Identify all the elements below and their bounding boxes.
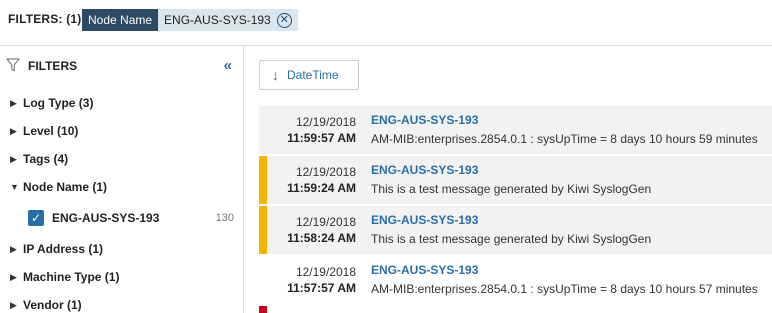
severity-bar (259, 256, 267, 304)
log-date: 12/19/2018 (295, 165, 356, 179)
filters-sidebar: FILTERS « ▶ Log Type (3) ▶ Level (10) ▶ … (0, 46, 244, 313)
filter-group-machine-type[interactable]: ▶ Machine Type (1) (10, 269, 119, 285)
filter-option-label: ENG-AUS-SYS-193 (52, 211, 160, 225)
log-date: 12/19/2018 (295, 115, 356, 129)
log-message: This is a test message generated by Kiwi… (371, 182, 652, 196)
log-row[interactable]: 12/19/2018 11:58:24 AM ENG-AUS-SYS-193 T… (259, 206, 772, 254)
active-filters-bar: FILTERS: (1) Node Name ENG-AUS-SYS-193 ✕ (0, 0, 772, 46)
log-time: 11:57:57 AM (287, 281, 356, 295)
filter-group-label: Machine Type (1) (23, 270, 120, 284)
log-row[interactable]: 12/19/2018 11:57:57 AM ENG-AUS-SYS-193 A… (259, 256, 772, 304)
filter-group-label: IP Address (1) (23, 242, 104, 256)
sidebar-title: FILTERS (28, 59, 78, 73)
checkbox-checked[interactable]: ✓ (28, 210, 44, 226)
caret-right-icon: ▶ (10, 125, 17, 136)
filter-option-node[interactable]: ✓ ENG-AUS-SYS-193 130 (28, 208, 234, 228)
filter-group-vendor[interactable]: ▶ Vendor (1) (10, 297, 82, 313)
caret-right-icon: ▶ (10, 299, 17, 310)
severity-bar (259, 106, 267, 154)
double-chevron-left-icon[interactable]: « (224, 57, 232, 74)
log-row[interactable]: 12/19/2018 11:59:24 AM ENG-AUS-SYS-193 T… (259, 156, 772, 204)
filter-group-label: Vendor (1) (23, 298, 82, 312)
log-time: 11:58:24 AM (287, 231, 356, 245)
severity-bar (259, 206, 267, 254)
log-message: AM-MIB:enterprises.2854.0.1 : sysUpTime … (371, 282, 758, 296)
filter-group-label: Node Name (1) (23, 180, 108, 194)
log-date: 12/19/2018 (295, 215, 356, 229)
filter-group-label: Tags (4) (23, 152, 69, 166)
log-date: 12/19/2018 (295, 265, 356, 279)
caret-right-icon: ▶ (10, 271, 17, 282)
funnel-icon (6, 58, 20, 72)
sort-datetime-button[interactable]: ↓ DateTime (259, 60, 359, 90)
severity-bar (259, 306, 267, 313)
log-row[interactable]: 12/19/2018 11:59:57 AM ENG-AUS-SYS-193 A… (259, 106, 772, 154)
log-host-link[interactable]: ENG-AUS-SYS-193 (371, 263, 478, 277)
caret-right-icon: ▶ (10, 153, 17, 164)
log-host-link[interactable]: ENG-AUS-SYS-193 (371, 213, 478, 227)
log-message: AM-MIB:enterprises.2854.0.1 : sysUpTime … (371, 132, 758, 146)
log-time: 11:59:24 AM (287, 181, 356, 195)
filter-group-level[interactable]: ▶ Level (10) (10, 123, 78, 139)
filter-group-label: Level (10) (23, 124, 79, 138)
filter-option-count: 130 (215, 212, 234, 224)
log-host-link[interactable]: ENG-AUS-SYS-193 (371, 163, 478, 177)
filter-chip-node-name[interactable]: Node Name ENG-AUS-SYS-193 ✕ (82, 9, 298, 31)
filter-group-label: Log Type (3) (23, 96, 94, 110)
sort-label: DateTime (287, 68, 339, 82)
sidebar-header: FILTERS « (6, 57, 238, 74)
filter-chip-key: Node Name (82, 9, 159, 31)
filter-chip-value-wrap: ENG-AUS-SYS-193 ✕ (158, 9, 298, 31)
filter-group-ip-address[interactable]: ▶ IP Address (1) (10, 241, 103, 257)
close-circle-icon[interactable]: ✕ (276, 12, 292, 28)
arrow-down-icon: ↓ (272, 67, 279, 83)
log-message: This is a test message generated by Kiwi… (371, 232, 652, 246)
log-time: 11:59:57 AM (287, 131, 356, 145)
filter-group-tags[interactable]: ▶ Tags (4) (10, 151, 68, 167)
filter-group-node-name[interactable]: ▼ Node Name (1) (10, 179, 107, 195)
filter-chip-value: ENG-AUS-SYS-193 (164, 13, 271, 27)
filter-group-log-type[interactable]: ▶ Log Type (3) (10, 95, 93, 111)
log-row-partial[interactable] (259, 306, 772, 313)
log-list-panel: ↓ DateTime 12/19/2018 11:59:57 AM ENG-AU… (245, 46, 772, 313)
caret-down-icon: ▼ (10, 182, 19, 192)
caret-right-icon: ▶ (10, 243, 17, 254)
severity-bar (259, 156, 267, 204)
active-filters-label: FILTERS: (1) (8, 12, 82, 26)
log-host-link[interactable]: ENG-AUS-SYS-193 (371, 113, 478, 127)
caret-right-icon: ▶ (10, 97, 17, 108)
